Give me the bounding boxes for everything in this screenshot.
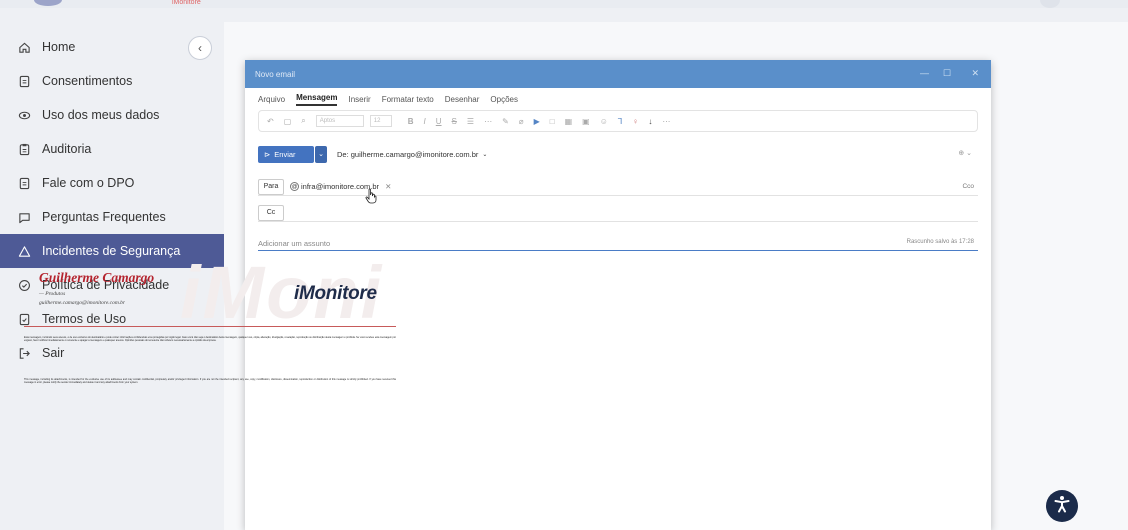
email-menubar: Arquivo Mensagem Inserir Formatar texto …	[245, 88, 991, 110]
minimize-icon[interactable]: —	[920, 68, 929, 78]
signature-brand-logo: iMonitore	[294, 283, 377, 304]
menu-formatar-texto[interactable]: Formatar texto	[382, 95, 434, 104]
sidebar-item-perguntas[interactable]: Perguntas Frequentes	[0, 200, 224, 234]
avatar[interactable]	[1040, 0, 1060, 8]
disclaimer-en: This message, including its attachments,…	[24, 378, 396, 385]
document-icon	[18, 177, 31, 190]
send-icon: ⊳	[264, 149, 271, 159]
menu-inserir[interactable]: Inserir	[348, 95, 370, 104]
clipboard-icon	[18, 143, 31, 156]
sidebar-item-uso-dados[interactable]: Uso dos meus dados	[0, 98, 224, 132]
sidebar-item-label: Auditoria	[42, 142, 92, 156]
overflow-icon[interactable]: ⋯	[662, 117, 670, 126]
attach-icon[interactable]: ⌀	[519, 117, 524, 126]
top-bar: iMonitore	[0, 0, 1128, 8]
chat-icon	[18, 211, 31, 224]
menu-desenhar[interactable]: Desenhar	[445, 95, 480, 104]
highlight-icon[interactable]: ✎	[502, 117, 509, 126]
sidebar-item-label: Consentimentos	[42, 74, 133, 88]
sidebar-item-label: Perguntas Frequentes	[42, 210, 166, 224]
chevron-down-icon: ⌄	[318, 151, 324, 158]
from-dropdown-icon[interactable]: ⌄	[482, 151, 487, 158]
italic-icon[interactable]: I	[424, 117, 426, 126]
sidebar-item-label: Home	[42, 40, 76, 54]
list-icon[interactable]: ☰	[467, 117, 474, 126]
maximize-icon[interactable]: ☐	[943, 68, 951, 79]
sidebar-collapse-button[interactable]: ‹	[188, 36, 212, 60]
from-address[interactable]: De: guilherme.camargo@imonitore.com.br	[337, 150, 478, 159]
close-icon[interactable]: ✕	[971, 68, 979, 79]
sidebar-item-auditoria[interactable]: Auditoria	[0, 132, 224, 166]
sidebar-item-label: Termos de Uso	[42, 312, 127, 326]
remove-recipient-icon[interactable]: ✕	[385, 182, 391, 191]
undo-icon[interactable]: ↶	[267, 117, 274, 126]
eye-icon	[18, 109, 31, 122]
home-icon	[18, 41, 31, 54]
shield-check-icon	[18, 279, 31, 292]
underline-icon[interactable]: U	[436, 117, 442, 126]
menu-arquivo[interactable]: Arquivo	[258, 95, 285, 104]
at-icon: @	[290, 182, 299, 191]
table-icon[interactable]: ▦	[565, 117, 573, 126]
signature-divider	[24, 326, 396, 327]
email-titlebar: Novo email — ☐ ✕	[245, 60, 991, 88]
sidebar-item-label: Uso dos meus dados	[42, 108, 160, 122]
subject-field[interactable]: Adicionar um assunto Rascunho salvo às 1…	[258, 236, 978, 251]
send-button[interactable]: ⊳ Enviar	[258, 145, 314, 163]
mic-icon[interactable]: Ꞁ	[618, 117, 622, 126]
font-name-select[interactable]: Aptos	[315, 115, 364, 127]
app-logo[interactable]	[34, 0, 62, 6]
document-icon	[18, 75, 31, 88]
cc-field-button[interactable]: Cc	[258, 204, 284, 221]
disclaimer-pt: Esta mensagem, incluindo seus anexos, é …	[24, 336, 396, 343]
menu-opcoes[interactable]: Opções	[490, 95, 518, 104]
to-field-button[interactable]: Para	[258, 178, 284, 195]
formatting-toolbar: ↶ ▢ ⌕ Aptos 12 B I U S ☰ ⋯ ✎ ⌀ ▶ □ ▦ ▣ ☺…	[258, 110, 978, 132]
sidebar-item-consentimentos[interactable]: Consentimentos	[0, 64, 224, 98]
bold-icon[interactable]: B	[408, 117, 414, 126]
format-painter-icon[interactable]: ⌕	[301, 116, 305, 126]
from-row: ⊳ Enviar ⌄ De: guilherme.camargo@imonito…	[258, 145, 978, 163]
email-window-title: Novo email	[255, 69, 296, 79]
more-icon[interactable]: ⋯	[484, 117, 492, 126]
picture-icon[interactable]: ▣	[582, 117, 590, 126]
sensitivity-icon[interactable]: ⊕ ⌄	[958, 149, 972, 157]
lightbulb-icon[interactable]: ♀	[632, 117, 638, 126]
download-icon[interactable]: ↓	[648, 117, 652, 126]
sidebar-item-fale-dpo[interactable]: Fale com o DPO	[0, 166, 224, 200]
subject-placeholder: Adicionar um assunto	[258, 238, 331, 248]
font-size-select[interactable]: 12	[369, 115, 392, 127]
chevron-left-icon: ‹	[198, 41, 202, 55]
sidebar-item-label: Incidentes de Segurança	[42, 244, 181, 258]
sidebar-item-label: Fale com o DPO	[42, 176, 135, 190]
flag-icon[interactable]: ▶	[534, 117, 540, 126]
draft-status: Rascunho salvo às 17:28	[906, 239, 974, 245]
send-options-button[interactable]: ⌄	[315, 145, 327, 163]
document-check-icon	[18, 313, 31, 326]
send-label: Enviar	[274, 149, 296, 159]
bcc-button[interactable]: Cco	[962, 183, 974, 190]
top-brand-label: iMonitore	[172, 0, 201, 6]
emoji-icon[interactable]: ☺	[600, 117, 608, 126]
warning-icon	[18, 245, 31, 258]
accessibility-icon	[1052, 494, 1072, 519]
hand-cursor-icon	[365, 188, 377, 209]
accessibility-button[interactable]	[1046, 490, 1078, 522]
clipboard-icon[interactable]: ▢	[284, 117, 292, 126]
link-icon[interactable]: □	[550, 117, 555, 126]
menu-mensagem[interactable]: Mensagem	[296, 93, 338, 106]
strikethrough-icon[interactable]: S	[452, 117, 457, 126]
